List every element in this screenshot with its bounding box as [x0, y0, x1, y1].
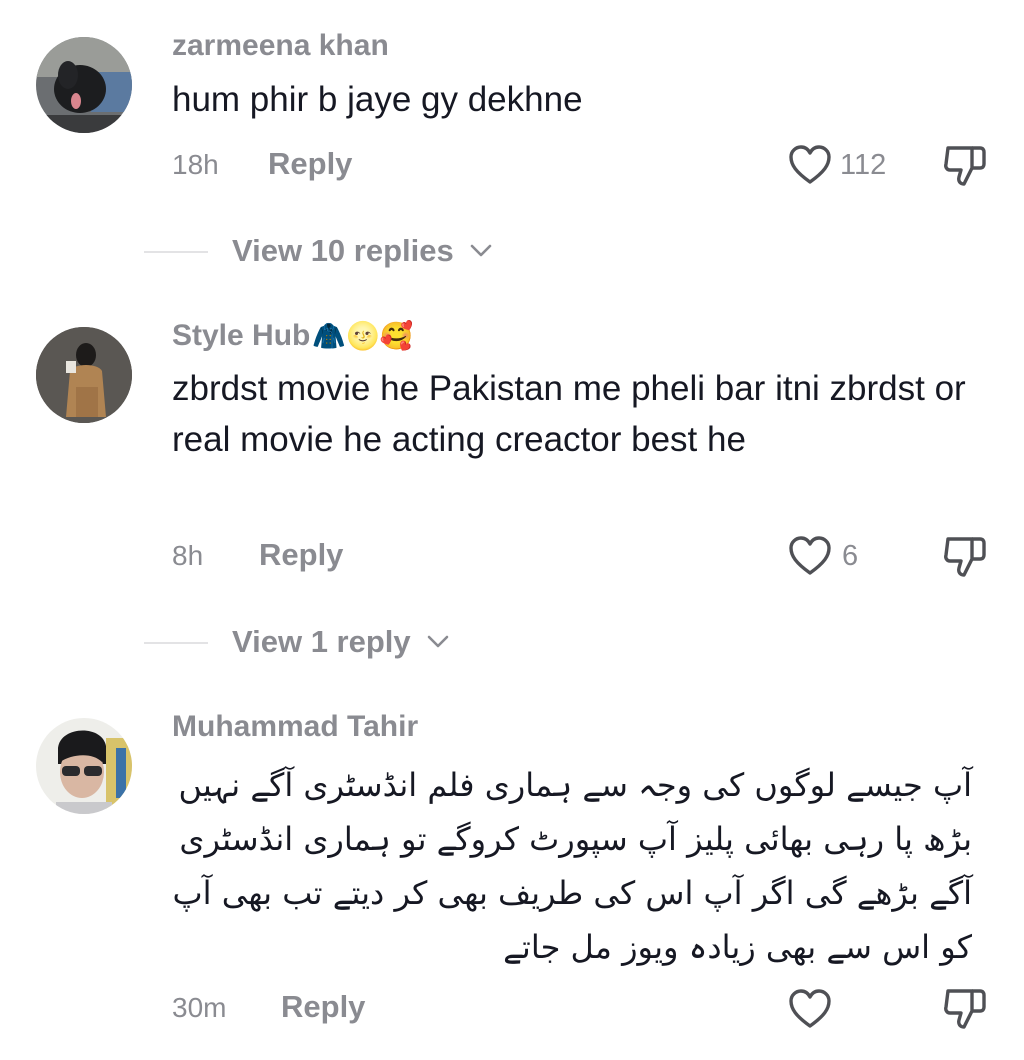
- chevron-down-icon: [427, 635, 449, 648]
- view-replies-button[interactable]: View 1 reply: [144, 622, 564, 662]
- comment-item: zarmeena khan hum phir b jaye gy dekhne …: [0, 0, 1024, 290]
- avatar[interactable]: [36, 327, 132, 423]
- divider: [144, 251, 208, 253]
- dislike-button[interactable]: [942, 985, 988, 1031]
- like-button[interactable]: [788, 988, 832, 1030]
- comment-timestamp: 30m: [172, 992, 227, 1023]
- chevron-down-icon: [471, 244, 492, 257]
- thumbs-down-icon: [944, 146, 986, 186]
- reply-button[interactable]: Reply: [281, 989, 365, 1025]
- view-replies-label: View 1 reply: [232, 624, 411, 659]
- view-replies-button[interactable]: View 10 replies: [144, 231, 564, 271]
- like-button[interactable]: [788, 535, 832, 577]
- comment-text: zbrdst movie he Pakistan me pheli bar it…: [172, 369, 966, 459]
- avatar[interactable]: [36, 718, 132, 814]
- comment-item: Muhammad Tahir آپ جیسے لوگوں کی وجہ سے ہ…: [0, 690, 1024, 1060]
- like-count: 6: [842, 540, 859, 572]
- comment-text: آپ جیسے لوگوں کی وجہ سے ہماری فلم انڈسٹر…: [172, 766, 972, 966]
- heart-outline-icon: [789, 145, 831, 184]
- username-emoji: 🧥🌝🥰: [312, 321, 414, 352]
- comment-text: hum phir b jaye gy dekhne: [172, 80, 583, 119]
- divider: [144, 642, 208, 644]
- heart-outline-icon: [789, 536, 831, 575]
- comment-username[interactable]: zarmeena khan: [172, 28, 389, 64]
- thumbs-down-icon: [944, 537, 986, 577]
- dislike-button[interactable]: [942, 533, 988, 579]
- comment-timestamp: 18h: [172, 149, 219, 180]
- like-count: 112: [840, 149, 887, 181]
- comment-username[interactable]: Muhammad Tahir: [172, 709, 418, 745]
- reply-button[interactable]: Reply: [268, 146, 352, 182]
- dislike-button[interactable]: [942, 142, 988, 188]
- comment-timestamp: 8h: [172, 540, 204, 571]
- avatar[interactable]: [36, 37, 132, 133]
- thumbs-down-icon: [944, 989, 986, 1029]
- comment-username[interactable]: Style Hub🧥🌝🥰: [172, 318, 413, 355]
- view-replies-label: View 10 replies: [232, 233, 454, 268]
- like-button[interactable]: [788, 144, 832, 186]
- reply-button[interactable]: Reply: [259, 537, 343, 573]
- heart-outline-icon: [789, 989, 831, 1028]
- comment-item: Style Hub🧥🌝🥰 zbrdst movie he Pakistan me…: [0, 290, 1024, 690]
